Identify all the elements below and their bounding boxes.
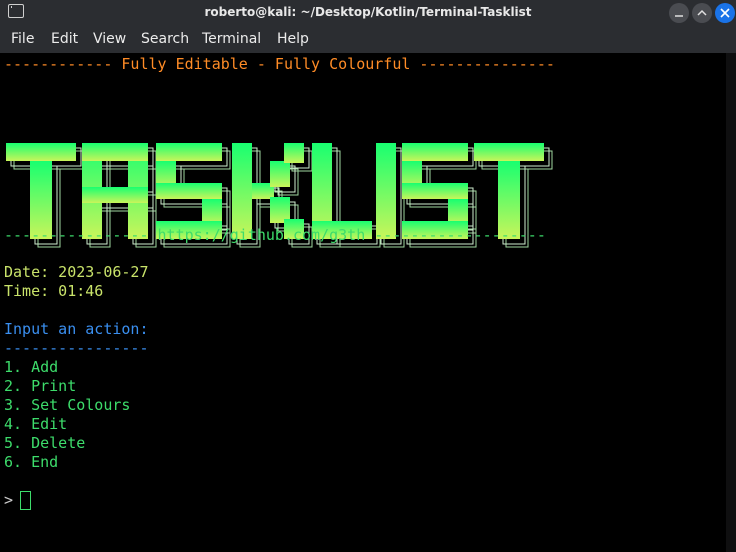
minimize-button[interactable] bbox=[669, 3, 689, 23]
close-button[interactable] bbox=[715, 3, 735, 23]
maximize-icon bbox=[697, 9, 707, 16]
menu-bar: File Edit View Search Terminal Help bbox=[0, 26, 736, 53]
title-bar[interactable]: roberto@kali: ~/Desktop/Kotlin/Terminal-… bbox=[0, 0, 736, 26]
menu-terminal[interactable]: Terminal bbox=[202, 31, 261, 47]
menu-help[interactable]: Help bbox=[277, 31, 309, 47]
prompt-rule: ---------------- bbox=[4, 339, 149, 357]
terminal-output[interactable]: ------------ Fully Editable - Fully Colo… bbox=[0, 53, 726, 552]
maximize-button[interactable] bbox=[692, 3, 712, 23]
option-print: 2. Print bbox=[4, 377, 77, 395]
option-edit: 4. Edit bbox=[4, 415, 68, 433]
time-line: Time: 01:46 bbox=[4, 282, 104, 300]
url-line: ---------------- https://github.com/g3th… bbox=[4, 226, 546, 244]
menu-file[interactable]: File bbox=[11, 31, 34, 47]
terminal-scrollbar[interactable] bbox=[726, 53, 736, 552]
terminal-window: roberto@kali: ~/Desktop/Kotlin/Terminal-… bbox=[0, 0, 736, 552]
option-add: 1. Add bbox=[4, 358, 59, 376]
date-line: Date: 2023-06-27 bbox=[4, 263, 149, 281]
option-end: 6. End bbox=[4, 453, 59, 471]
menu-search[interactable]: Search bbox=[141, 31, 189, 47]
option-set-colours: 3. Set Colours bbox=[4, 396, 131, 414]
close-icon bbox=[720, 8, 730, 18]
menu-view[interactable]: View bbox=[93, 31, 126, 47]
menu-edit[interactable]: Edit bbox=[51, 31, 78, 47]
header-line: ------------ Fully Editable - Fully Colo… bbox=[4, 55, 555, 73]
text-cursor[interactable] bbox=[20, 491, 31, 510]
prompt-label: Input an action: bbox=[4, 320, 149, 338]
option-delete: 5. Delete bbox=[4, 434, 86, 452]
minimize-icon bbox=[675, 15, 683, 17]
window-title: roberto@kali: ~/Desktop/Kotlin/Terminal-… bbox=[204, 5, 532, 19]
